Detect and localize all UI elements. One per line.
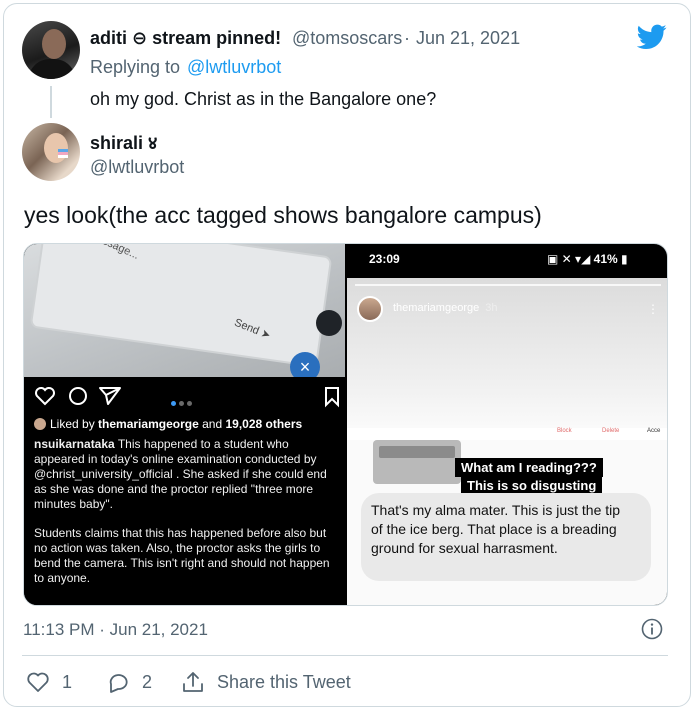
story-message-text: That's my alma mater. This is just the t… [371, 502, 621, 556]
ig-bookmark-icon [325, 387, 339, 408]
reply-button[interactable]: 2 [106, 669, 152, 695]
ig-likes-line: Liked by themariamgeorge and 19,028 othe… [34, 417, 302, 431]
share-button[interactable]: Share this Tweet [181, 669, 351, 695]
info-icon[interactable] [641, 618, 663, 640]
reply-handle[interactable]: @tomsoscars [292, 28, 402, 49]
avatar-shirali[interactable] [22, 123, 80, 181]
avatar-aditi[interactable] [22, 21, 80, 79]
twitter-bird-icon[interactable] [637, 24, 667, 50]
more-options-icon: ⋮ [647, 302, 659, 316]
post-photo: Write a message... Send ➤ × [24, 244, 345, 377]
phone-status-bar: 23:09 ▣ ✕ ▾◢ 41% ▮ [347, 244, 667, 278]
eye-icon [316, 310, 342, 336]
photo-send-text: Send ➤ [232, 316, 273, 342]
photo-message-text: Write a message... [52, 244, 140, 262]
share-label: Share this Tweet [217, 671, 351, 692]
heart-icon [27, 672, 49, 692]
dm-request-strip: Block Delete Acce [347, 428, 667, 440]
main-tweet-text: yes look(the acc tagged shows bangalore … [24, 202, 542, 228]
reply-tweet-text: oh my god. Christ as in the Bangalore on… [90, 89, 437, 109]
ig-comment-icon [69, 387, 87, 405]
ig-heart-icon [35, 387, 55, 406]
close-icon: × [290, 352, 320, 377]
ig-caption: nsuikarnataka This happened to a student… [34, 437, 330, 585]
reply-display-name[interactable]: aditi ⊖ stream pinned! [90, 28, 281, 49]
story-avatar [357, 296, 383, 322]
story-username: themariamgeorge 3h [393, 302, 498, 314]
divider [22, 655, 668, 656]
reply-icon [109, 674, 128, 693]
share-icon [183, 672, 203, 692]
main-handle[interactable]: @lwtluvrbot [90, 157, 184, 178]
replying-to-handle[interactable]: @lwtluvrbot [187, 57, 281, 78]
tweet-media[interactable]: Write a message... Send ➤ × Liked by the… [23, 243, 668, 606]
media-image-instagram-story[interactable]: 23:09 ▣ ✕ ▾◢ 41% ▮ themariamgeorge 3h ⋮ B… [347, 244, 667, 605]
thread-connector [50, 86, 52, 118]
reply-count: 2 [142, 671, 153, 692]
story-screenshot [373, 440, 461, 484]
story-progress-bar [355, 284, 661, 286]
main-display-name[interactable]: shirali ४ [90, 131, 157, 155]
ig-send-icon [99, 387, 121, 405]
replying-to-label: Replying to [90, 57, 181, 77]
carousel-dots [171, 393, 195, 411]
story-overlay-text-1: What am I reading??? [455, 458, 603, 477]
reply-date[interactable]: Jun 21, 2021 [416, 28, 520, 49]
reply-separator: · [404, 28, 410, 48]
like-button[interactable]: 1 [26, 669, 72, 695]
tweet-timestamp[interactable]: 11:13 PM · Jun 21, 2021 [23, 620, 208, 640]
like-count: 1 [62, 671, 73, 692]
media-image-instagram-post[interactable]: Write a message... Send ➤ × Liked by the… [24, 244, 345, 605]
